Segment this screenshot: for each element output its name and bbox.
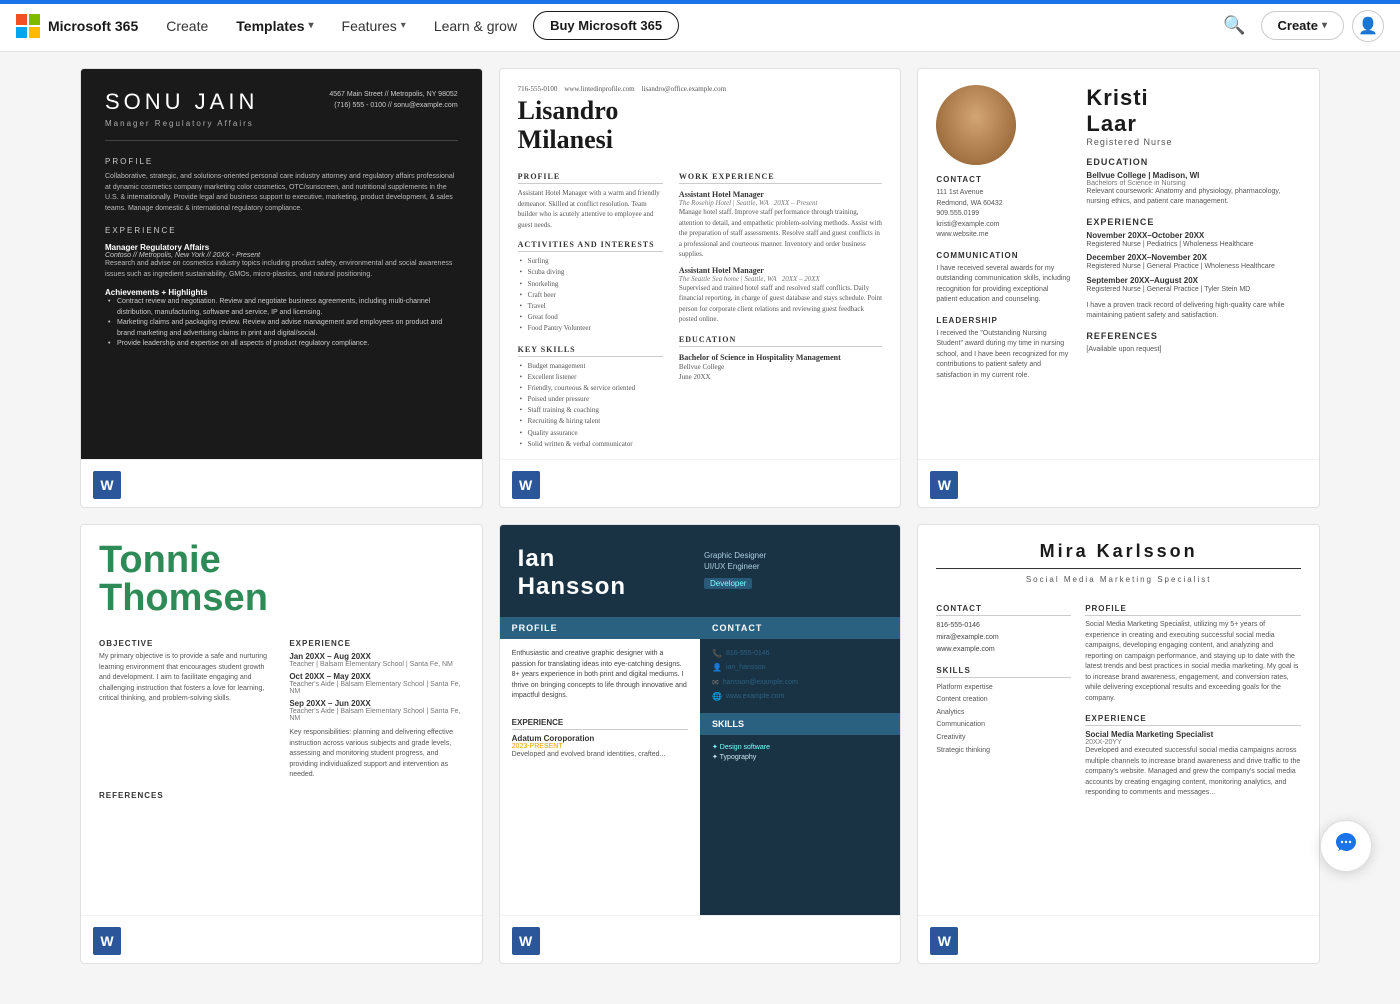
resume-card-kristi[interactable]: Contact 111 1st AvenueRedmond, WA 604329… xyxy=(917,68,1320,508)
nav-learn-grow[interactable]: Learn & grow xyxy=(422,12,529,40)
chevron-down-icon: ▾ xyxy=(401,20,406,31)
card-footer: W xyxy=(500,915,901,964)
nav-create[interactable]: Create xyxy=(154,12,220,40)
resume-name: TonnieThomsen xyxy=(99,541,464,617)
card-footer: W xyxy=(500,459,901,508)
card-preview: 716-555-0100 www.lintedinprofile.com lis… xyxy=(500,69,901,459)
nav-items: Create Templates ▾ Features ▾ Learn & gr… xyxy=(154,11,1208,40)
card-preview: Mira Karlsson Social Media Marketing Spe… xyxy=(918,525,1319,915)
create-button[interactable]: Create ▾ xyxy=(1261,11,1345,40)
chat-float-button[interactable] xyxy=(1320,820,1372,872)
resume-name: Mira Karlsson xyxy=(936,541,1301,562)
resume-card-tonnie[interactable]: TonnieThomsen Objective My primary objec… xyxy=(80,524,483,964)
word-icon: W xyxy=(512,927,540,955)
resume-card-mira[interactable]: Mira Karlsson Social Media Marketing Spe… xyxy=(917,524,1320,964)
search-icon: 🔍 xyxy=(1223,15,1245,36)
chevron-down-icon: ▾ xyxy=(1322,20,1327,31)
search-button[interactable]: 🔍 xyxy=(1217,8,1253,44)
accent-bar xyxy=(0,0,1400,4)
word-icon: W xyxy=(93,927,121,955)
word-icon: W xyxy=(930,471,958,499)
resume-card-sonu-jain[interactable]: Sonu Jain Manager Regulatory Affairs 456… xyxy=(80,68,483,508)
resume-name: LisandroMilanesi xyxy=(518,97,883,154)
card-preview: IanHansson Graphic Designer UI/UX Engine… xyxy=(500,525,901,915)
card-preview: Contact 111 1st AvenueRedmond, WA 604329… xyxy=(918,69,1319,459)
chat-icon xyxy=(1334,831,1358,861)
card-footer: W xyxy=(918,915,1319,964)
card-footer: W xyxy=(81,915,482,964)
top-nav: Microsoft 365 Create Templates ▾ Feature… xyxy=(0,0,1400,52)
person-icon: 👤 xyxy=(1358,16,1378,36)
microsoft-logo-icon xyxy=(16,14,40,38)
resume-photo xyxy=(936,85,1016,165)
resume-title: Manager Regulatory Affairs xyxy=(105,119,258,128)
buy-cta-button[interactable]: Buy Microsoft 365 xyxy=(533,11,679,40)
resume-name: KristiLaar xyxy=(1086,85,1301,137)
card-preview: Sonu Jain Manager Regulatory Affairs 456… xyxy=(81,69,482,459)
resume-name: IanHansson xyxy=(518,545,696,601)
nav-templates[interactable]: Templates ▾ xyxy=(224,12,325,40)
resume-card-ian[interactable]: IanHansson Graphic Designer UI/UX Engine… xyxy=(499,524,902,964)
card-footer: W xyxy=(81,459,482,508)
nav-logo-text: Microsoft 365 xyxy=(48,18,138,34)
card-grid: Sonu Jain Manager Regulatory Affairs 456… xyxy=(80,68,1320,964)
resume-name: Sonu Jain xyxy=(105,89,258,115)
word-icon: W xyxy=(930,927,958,955)
nav-right: 🔍 Create ▾ 👤 xyxy=(1217,8,1385,44)
main-content: Sonu Jain Manager Regulatory Affairs 456… xyxy=(0,52,1400,1004)
word-icon: W xyxy=(512,471,540,499)
card-footer: W xyxy=(918,459,1319,508)
resume-card-lisandro[interactable]: 716-555-0100 www.lintedinprofile.com lis… xyxy=(499,68,902,508)
nav-features[interactable]: Features ▾ xyxy=(330,12,418,40)
user-avatar[interactable]: 👤 xyxy=(1352,10,1384,42)
chevron-down-icon: ▾ xyxy=(309,20,314,31)
nav-logo[interactable]: Microsoft 365 xyxy=(16,14,138,38)
card-preview: TonnieThomsen Objective My primary objec… xyxy=(81,525,482,915)
word-icon: W xyxy=(93,471,121,499)
